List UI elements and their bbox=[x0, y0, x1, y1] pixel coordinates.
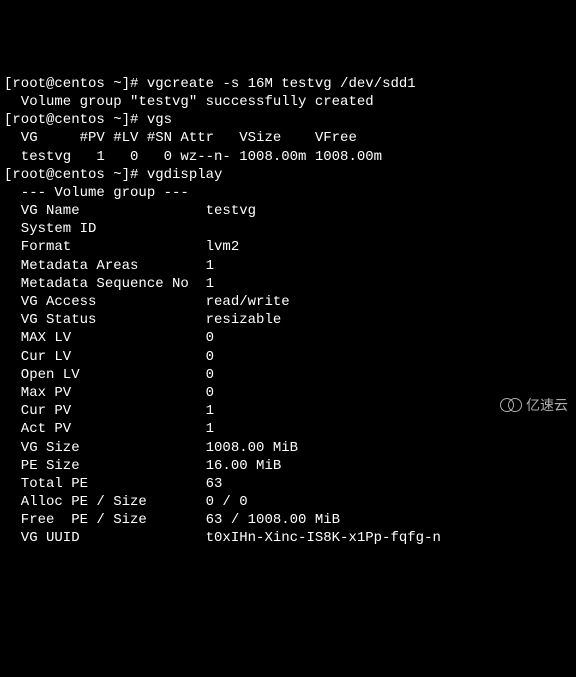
command-vgcreate: vgcreate -s 16M testvg /dev/sdd1 bbox=[147, 76, 416, 92]
prompt: [root@centos ~]# bbox=[4, 76, 147, 92]
vgs-header: VG #PV #LV #SN Attr VSize VFree bbox=[4, 130, 357, 146]
vgdisplay-header: --- Volume group --- bbox=[4, 185, 189, 201]
command-vgdisplay: vgdisplay bbox=[147, 167, 223, 183]
vgdisplay-rows: VG Name testvg System ID Format lvm2 Met… bbox=[4, 202, 572, 548]
prompt: [root@centos ~]# bbox=[4, 112, 147, 128]
watermark: 亿速云 bbox=[500, 396, 568, 414]
command-vgs: vgs bbox=[147, 112, 172, 128]
watermark-text: 亿速云 bbox=[526, 396, 568, 414]
prompt: [root@centos ~]# bbox=[4, 167, 147, 183]
terminal-output[interactable]: [root@centos ~]# vgcreate -s 16M testvg … bbox=[0, 73, 576, 550]
output-vgcreate: Volume group "testvg" successfully creat… bbox=[4, 94, 374, 110]
watermark-logo-icon bbox=[500, 398, 522, 412]
vgs-row: testvg 1 0 0 wz--n- 1008.00m 1008.00m bbox=[4, 149, 382, 165]
